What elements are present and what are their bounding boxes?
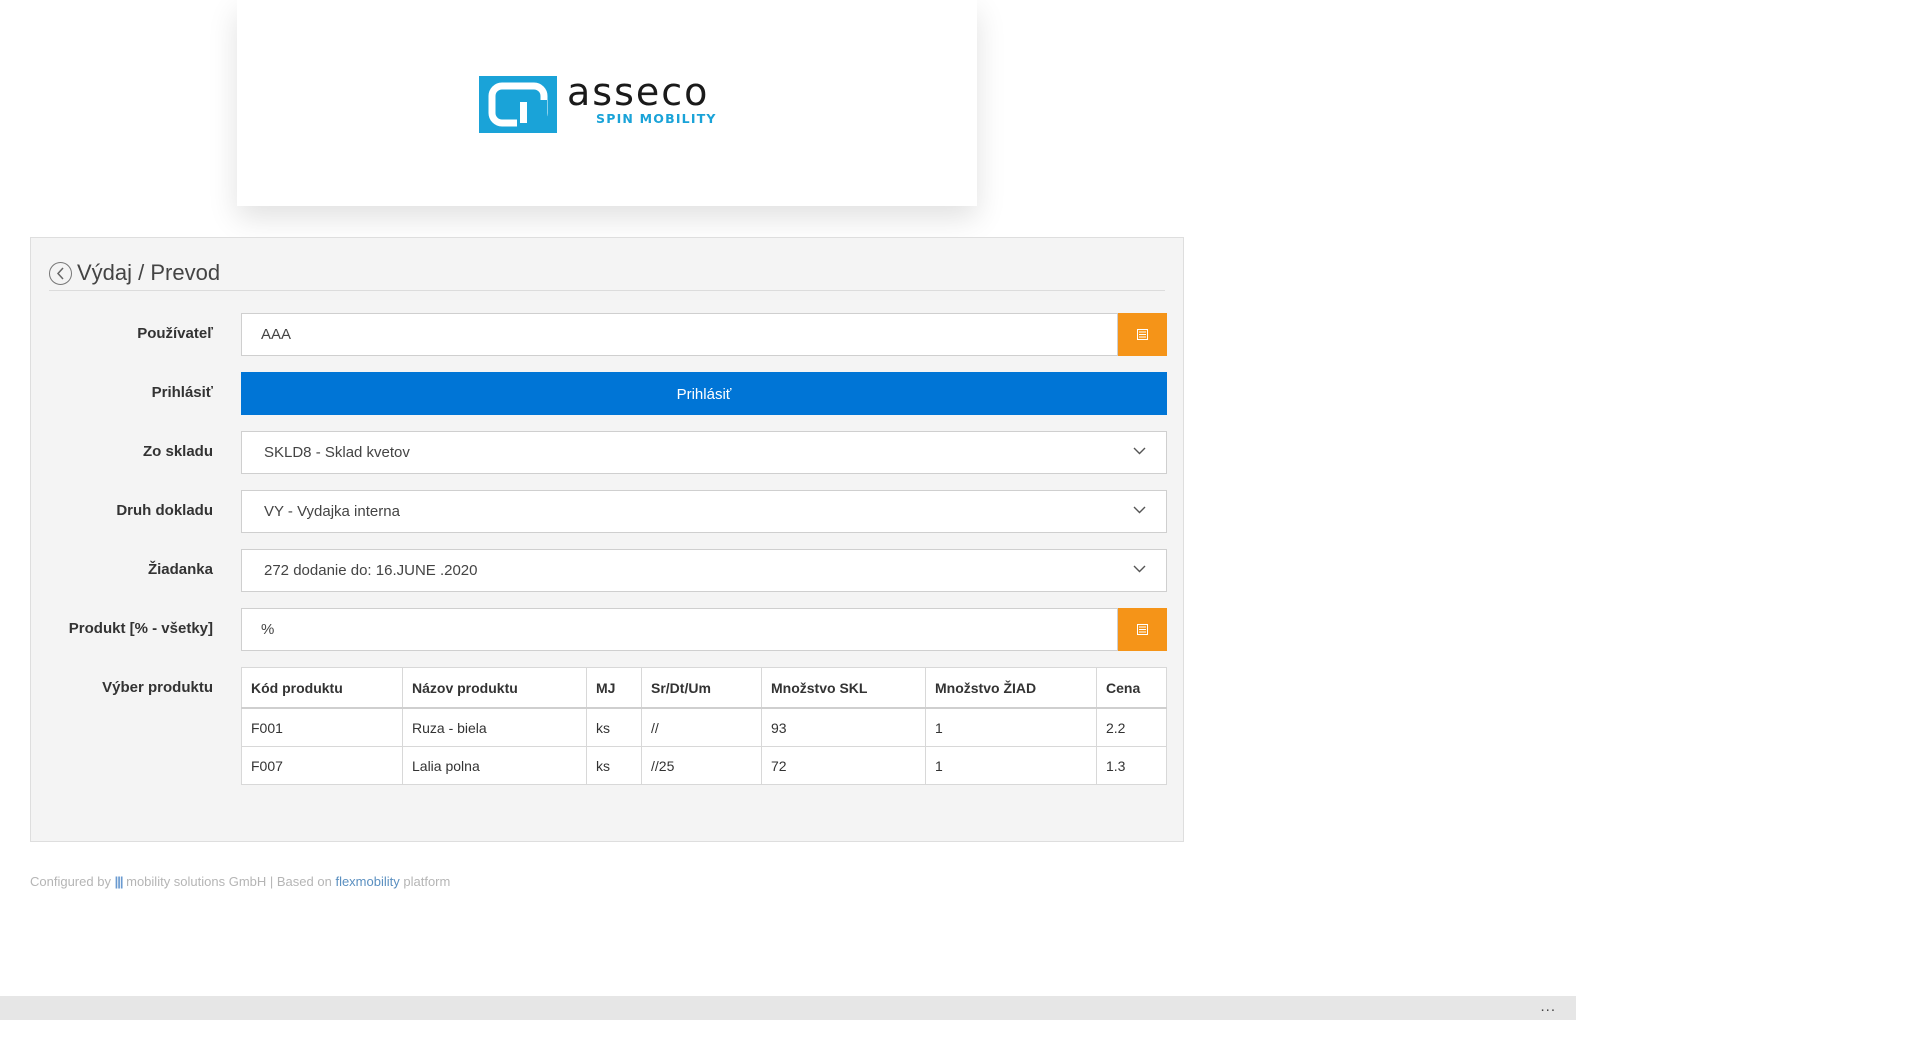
cell-unit: ks bbox=[586, 707, 642, 747]
cell-name: Ruza - biela bbox=[402, 707, 587, 747]
login-label: Prihlásiť bbox=[151, 384, 213, 401]
footer-company: mobility solutions GmbH | Based on bbox=[126, 874, 332, 889]
cell-price: 2.2 bbox=[1096, 707, 1167, 747]
search-list-icon bbox=[1137, 624, 1148, 635]
back-arrow-icon[interactable] bbox=[49, 262, 72, 285]
request-selected: 272 dodanie do: 16.JUNE .2020 bbox=[264, 562, 478, 579]
cell-name: Lalia polna bbox=[402, 746, 587, 785]
cell-qty-ziad: 1 bbox=[925, 746, 1097, 785]
chevron-down-icon bbox=[1133, 565, 1146, 573]
product-input[interactable] bbox=[242, 609, 1117, 650]
search-list-icon bbox=[1137, 329, 1148, 340]
more-options-icon[interactable]: ... bbox=[1540, 998, 1556, 1015]
user-input[interactable] bbox=[242, 314, 1117, 355]
user-label: Používateľ bbox=[137, 325, 213, 342]
warehouse-selected: SKLD8 - Sklad kvetov bbox=[264, 444, 410, 461]
logo-subtitle: SPIN MOBILITY bbox=[596, 111, 717, 126]
cell-code: F001 bbox=[241, 707, 403, 747]
product-table: Kód produktu Názov produktu MJ Sr/Dt/Um … bbox=[241, 667, 1167, 785]
login-button[interactable]: Prihlásiť bbox=[241, 372, 1167, 415]
user-row: Používateľ bbox=[31, 313, 1183, 356]
footer-suffix: platform bbox=[403, 874, 451, 889]
cell-unit: ks bbox=[586, 746, 642, 785]
table-header-row: Kód produktu Názov produktu MJ Sr/Dt/Um … bbox=[241, 667, 1167, 709]
footer-prefix: Configured by bbox=[30, 874, 111, 889]
table-row[interactable]: F007 Lalia polna ks //25 72 1 1.3 bbox=[241, 746, 1167, 785]
asseco-logo: asseco SPIN MOBILITY bbox=[479, 70, 749, 134]
footer: Configured by ||| mobility solutions Gmb… bbox=[30, 874, 450, 889]
bottom-bar: ... bbox=[0, 996, 1576, 1020]
cell-sr-dt-um: // bbox=[641, 707, 762, 747]
product-label: Produkt [% - všetky] bbox=[68, 620, 213, 637]
cell-code: F007 bbox=[241, 746, 403, 785]
col-header-name[interactable]: Názov produktu bbox=[402, 667, 587, 709]
col-header-price[interactable]: Cena bbox=[1096, 667, 1167, 709]
warehouse-row: Zo skladu SKLD8 - Sklad kvetov bbox=[31, 431, 1183, 474]
table-row[interactable]: F001 Ruza - biela ks // 93 1 2.2 bbox=[241, 707, 1167, 747]
doc-type-row: Druh dokladu VY - Vydajka interna bbox=[31, 490, 1183, 533]
logo-card: asseco SPIN MOBILITY bbox=[237, 0, 977, 206]
col-header-qty-ziad[interactable]: Množstvo ŽIAD bbox=[925, 667, 1097, 709]
page-title: Výdaj / Prevod bbox=[77, 260, 221, 285]
cell-qty-skl: 72 bbox=[761, 746, 926, 785]
product-selection-label: Výber produktu bbox=[102, 679, 213, 696]
product-field[interactable] bbox=[241, 608, 1118, 651]
cell-qty-ziad: 1 bbox=[925, 707, 1097, 747]
warehouse-select[interactable]: SKLD8 - Sklad kvetov bbox=[241, 431, 1167, 474]
user-field[interactable] bbox=[241, 313, 1118, 356]
col-header-code[interactable]: Kód produktu bbox=[241, 667, 403, 709]
flexmobility-link[interactable]: flexmobility bbox=[335, 874, 399, 889]
product-selection-row: Výber produktu Kód produktu Názov produk… bbox=[31, 667, 1183, 785]
doc-type-selected: VY - Vydajka interna bbox=[264, 503, 400, 520]
login-row: Prihlásiť Prihlásiť bbox=[31, 372, 1183, 415]
col-header-unit[interactable]: MJ bbox=[586, 667, 642, 709]
chevron-down-icon bbox=[1133, 447, 1146, 455]
asseco-logo-icon bbox=[479, 76, 557, 133]
cell-price: 1.3 bbox=[1096, 746, 1167, 785]
company-logo-bars[interactable]: ||| bbox=[115, 874, 124, 889]
logo-wordmark: asseco bbox=[567, 70, 710, 114]
warehouse-label: Zo skladu bbox=[142, 443, 213, 460]
chevron-down-icon bbox=[1133, 506, 1146, 514]
panel-header: Výdaj / Prevod bbox=[49, 260, 1165, 291]
user-search-button[interactable] bbox=[1118, 313, 1167, 356]
product-search-button[interactable] bbox=[1118, 608, 1167, 651]
doc-type-select[interactable]: VY - Vydajka interna bbox=[241, 490, 1167, 533]
request-select[interactable]: 272 dodanie do: 16.JUNE .2020 bbox=[241, 549, 1167, 592]
form-panel: Výdaj / Prevod Používateľ Prihlásiť Prih… bbox=[30, 237, 1184, 842]
col-header-qty-skl[interactable]: Množstvo SKL bbox=[761, 667, 926, 709]
cell-sr-dt-um: //25 bbox=[641, 746, 762, 785]
request-row: Žiadanka 272 dodanie do: 16.JUNE .2020 bbox=[31, 549, 1183, 592]
cell-qty-skl: 93 bbox=[761, 707, 926, 747]
doc-type-label: Druh dokladu bbox=[116, 502, 213, 519]
request-label: Žiadanka bbox=[147, 561, 213, 578]
product-row: Produkt [% - všetky] bbox=[31, 608, 1183, 651]
col-header-sr-dt-um[interactable]: Sr/Dt/Um bbox=[641, 667, 762, 709]
